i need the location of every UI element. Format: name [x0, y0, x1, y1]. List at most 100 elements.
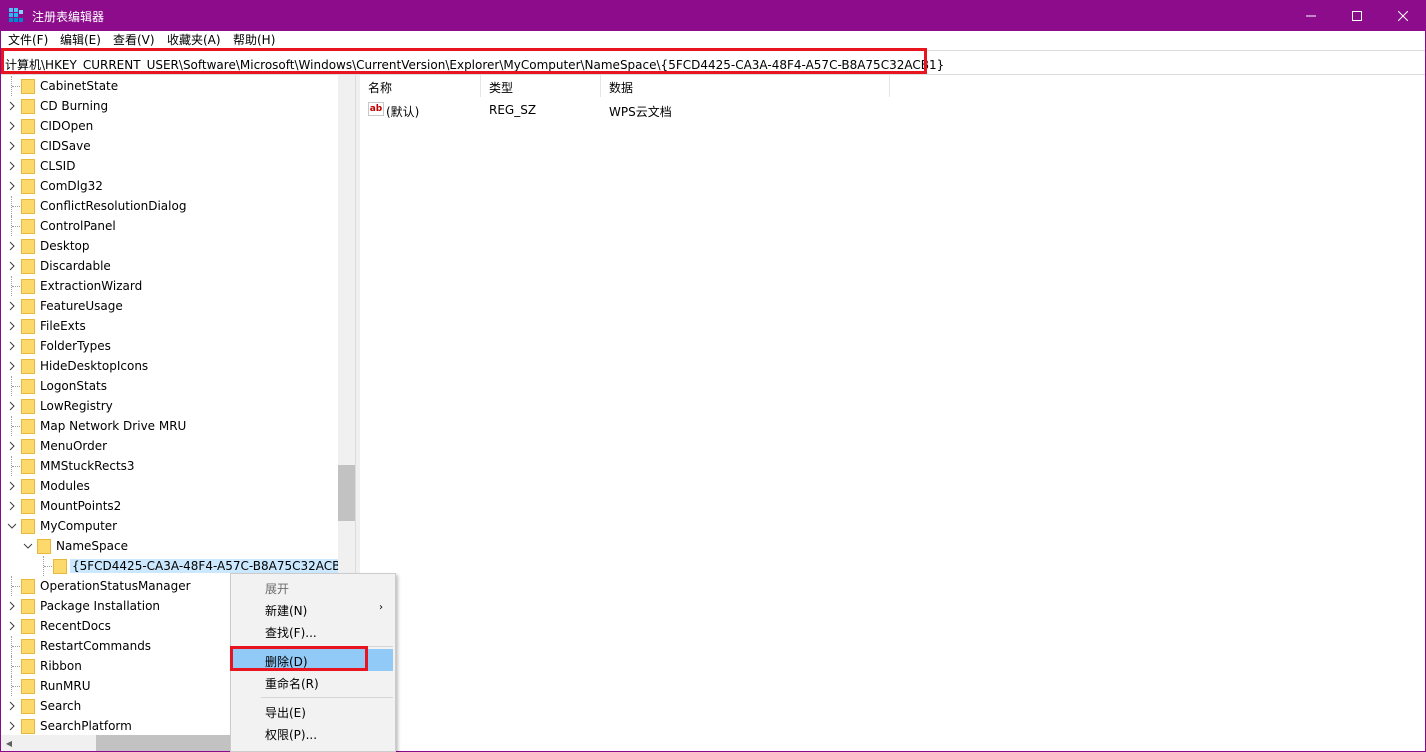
tree-item[interactable]: NameSpace — [1, 536, 338, 556]
folder-icon — [21, 259, 35, 274]
chevron-right-icon[interactable] — [7, 400, 17, 412]
context-menu-item-label: 删除(D) — [265, 655, 308, 669]
tree-item[interactable]: FeatureUsage — [1, 296, 338, 316]
column-header-name[interactable]: 名称 — [360, 75, 481, 97]
menu-bar: 文件(F) 编辑(E) 查看(V) 收藏夹(A) 帮助(H) — [1, 31, 1425, 50]
column-header-type[interactable]: 类型 — [481, 75, 601, 97]
tree-item[interactable]: CLSID — [1, 156, 338, 176]
tree-item[interactable]: Modules — [1, 476, 338, 496]
tree-item[interactable]: ComDlg32 — [1, 176, 338, 196]
chevron-right-icon[interactable] — [7, 260, 17, 272]
chevron-right-icon[interactable] — [7, 160, 17, 172]
chevron-right-icon[interactable] — [7, 360, 17, 372]
tree-item[interactable]: ConflictResolutionDialog — [1, 196, 338, 216]
chevron-right-icon[interactable] — [7, 300, 17, 312]
tree-item[interactable]: ExtractionWizard — [1, 276, 338, 296]
address-path[interactable]: 计算机\HKEY_CURRENT_USER\Software\Microsoft… — [5, 56, 944, 73]
tree-item[interactable]: ControlPanel — [1, 216, 338, 236]
folder-icon — [53, 559, 67, 574]
folder-icon — [21, 159, 35, 174]
tree-item[interactable]: FileExts — [1, 316, 338, 336]
values-list: 名称 类型 数据 ab (默认) REG_SZ WPS云文档 — [360, 75, 1425, 751]
context-menu-item[interactable]: 导出(E) — [233, 700, 393, 722]
tree-item[interactable]: Discardable — [1, 256, 338, 276]
minimize-button[interactable] — [1288, 0, 1334, 31]
folder-icon — [21, 479, 35, 494]
tree-item-label: ControlPanel — [40, 219, 116, 233]
chevron-right-icon[interactable] — [7, 600, 17, 612]
chevron-right-icon[interactable] — [7, 720, 17, 732]
chevron-right-icon[interactable] — [7, 500, 17, 512]
tree-item[interactable]: MyComputer — [1, 516, 338, 536]
context-menu-item-label: 展开 — [265, 582, 290, 596]
context-menu-item[interactable]: 删除(D) — [233, 649, 393, 671]
context-menu-item[interactable]: 重命名(R) — [233, 671, 393, 693]
tree-horizontal-scroll-thumb[interactable] — [96, 735, 236, 751]
tree-item[interactable]: CIDOpen — [1, 116, 338, 136]
folder-icon — [21, 239, 35, 254]
tree-item-label: Modules — [40, 479, 90, 493]
menu-help[interactable]: 帮助(H) — [233, 33, 275, 48]
chevron-right-icon[interactable] — [7, 240, 17, 252]
folder-icon — [21, 399, 35, 414]
folder-icon — [21, 279, 35, 294]
menu-favorites[interactable]: 收藏夹(A) — [167, 33, 221, 48]
tree-item-label: LogonStats — [40, 379, 108, 393]
chevron-right-icon[interactable] — [7, 120, 17, 132]
maximize-button[interactable] — [1334, 0, 1380, 31]
menu-view[interactable]: 查看(V) — [113, 33, 155, 48]
tree-vertical-scroll-thumb[interactable] — [338, 465, 355, 521]
chevron-right-icon[interactable] — [7, 700, 17, 712]
chevron-right-icon[interactable] — [7, 140, 17, 152]
tree-item-label: RunMRU — [40, 679, 91, 693]
tree-item[interactable]: CIDSave — [1, 136, 338, 156]
chevron-down-icon[interactable] — [7, 520, 17, 532]
chevron-right-icon[interactable] — [7, 620, 17, 632]
tree-item[interactable]: HideDesktopIcons — [1, 356, 338, 376]
folder-icon — [21, 579, 35, 594]
chevron-right-icon[interactable] — [7, 440, 17, 452]
folder-icon — [21, 339, 35, 354]
chevron-right-icon[interactable] — [7, 480, 17, 492]
tree-item-label: CD Burning — [40, 99, 109, 113]
folder-icon — [21, 79, 35, 94]
tree-item-label: OperationStatusManager — [40, 579, 191, 593]
menu-file[interactable]: 文件(F) — [8, 33, 48, 48]
tree-item[interactable]: Map Network Drive MRU — [1, 416, 338, 436]
column-header-data[interactable]: 数据 — [601, 75, 890, 97]
menu-edit[interactable]: 编辑(E) — [60, 33, 101, 48]
context-menu-item[interactable]: 查找(F)... — [233, 620, 393, 642]
chevron-right-icon[interactable] — [7, 180, 17, 192]
chevron-right-icon[interactable] — [7, 320, 17, 332]
tree-item-label: FolderTypes — [40, 339, 111, 353]
scroll-left-arrow-icon[interactable]: ◀ — [1, 735, 17, 751]
chevron-right-icon[interactable] — [7, 340, 17, 352]
tree-item[interactable]: Desktop — [1, 236, 338, 256]
folder-icon — [21, 139, 35, 154]
value-data: WPS云文档 — [609, 105, 672, 119]
tree-item[interactable]: MMStuckRects3 — [1, 456, 338, 476]
tree-item[interactable]: CabinetState — [1, 76, 338, 96]
context-menu-item[interactable]: 权限(P)... — [233, 722, 393, 744]
value-row[interactable]: ab (默认) REG_SZ WPS云文档 — [360, 99, 890, 119]
tree-item[interactable]: MenuOrder — [1, 436, 338, 456]
address-bar[interactable]: 计算机\HKEY_CURRENT_USER\Software\Microsoft… — [1, 50, 1425, 75]
folder-icon — [21, 119, 35, 134]
tree-item[interactable]: LogonStats — [1, 376, 338, 396]
context-menu-item-label: 新建(N) — [265, 604, 308, 618]
tree-item[interactable]: CD Burning — [1, 96, 338, 116]
close-button[interactable] — [1380, 0, 1426, 31]
context-menu-item-label: 导出(E) — [265, 706, 306, 720]
folder-icon — [21, 299, 35, 314]
close-icon — [1398, 10, 1408, 21]
chevron-down-icon[interactable] — [23, 540, 33, 552]
tree-item[interactable]: MountPoints2 — [1, 496, 338, 516]
chevron-right-icon[interactable] — [7, 100, 17, 112]
tree-item[interactable]: FolderTypes — [1, 336, 338, 356]
context-menu-item: 展开 — [233, 576, 393, 598]
regedit-app-icon — [9, 8, 23, 22]
folder-icon — [21, 379, 35, 394]
tree-item[interactable]: LowRegistry — [1, 396, 338, 416]
context-menu-item-label: 查找(F)... — [265, 626, 317, 640]
context-menu-item[interactable]: 新建(N) › — [233, 598, 393, 620]
